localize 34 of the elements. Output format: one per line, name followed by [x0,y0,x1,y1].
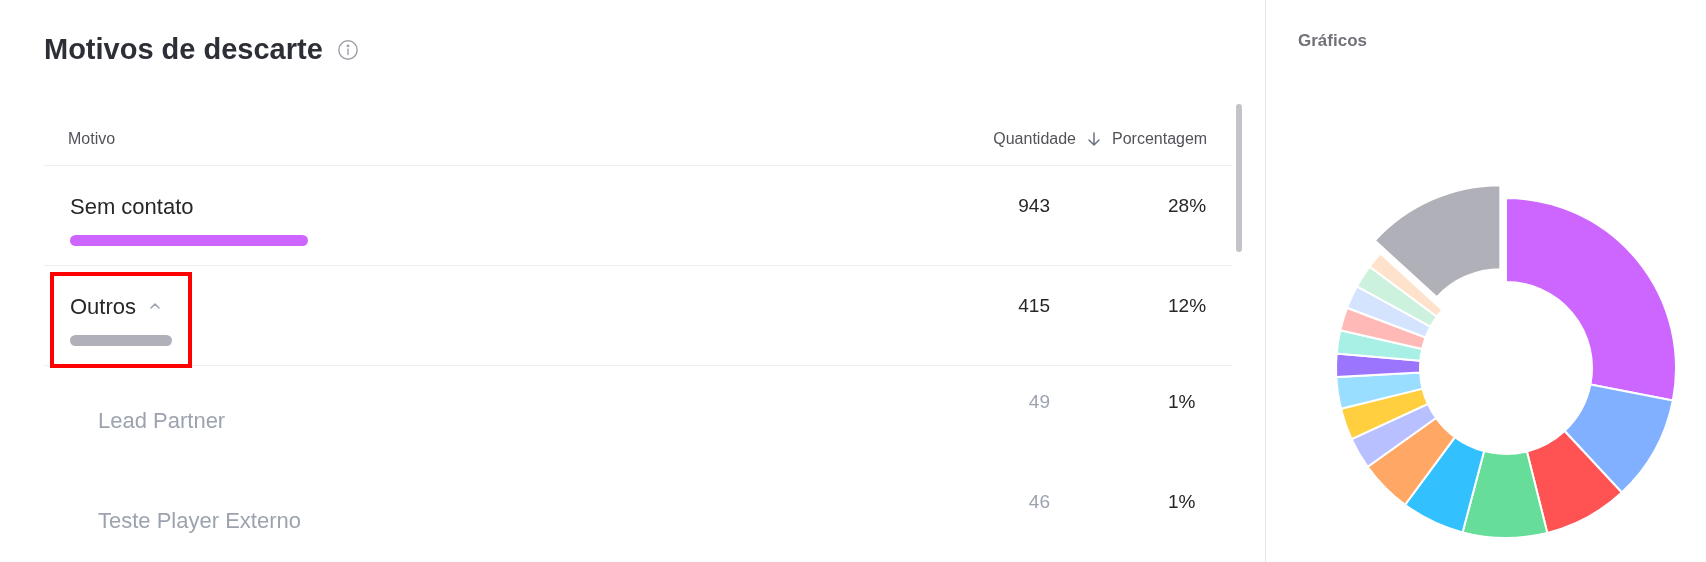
donut-slice[interactable] [1335,352,1422,378]
quantity-value: 46 [1028,490,1050,512]
donut-slice[interactable] [1366,416,1456,506]
percentage-value: 28% [1168,194,1207,216]
panel-title: Gráficos [1298,30,1368,52]
reason-label: Sem contato [70,192,194,221]
quantity-value: 415 [1018,294,1050,316]
quantity-value: 943 [1018,194,1050,216]
donut-slice[interactable] [1404,435,1486,533]
column-header[interactable]: Quantidade [993,127,1076,151]
reason-label: Teste Player Externo [98,507,301,533]
quantity-value: 49 [1028,390,1050,412]
reason-label: Outros [70,292,137,321]
donut-slice[interactable] [1335,371,1424,410]
donut-slice[interactable] [1355,265,1438,328]
donut-slice[interactable] [1339,306,1427,350]
scrollbar-thumb[interactable] [1236,103,1242,252]
percentage-value: 1% [1168,490,1196,512]
donut-slice[interactable] [1350,402,1437,468]
donut-slice[interactable] [1563,382,1674,493]
donut-slice[interactable] [1461,449,1549,539]
percentage-value: 12% [1168,294,1207,316]
reason-label: Lead Partner [98,407,226,433]
column-header[interactable]: Motivo [68,130,116,147]
section-title: Motivos de descarte [44,32,323,67]
donut-slice[interactable] [1373,183,1502,298]
percentage-value: 1% [1168,390,1196,412]
column-header[interactable]: Porcentagem [1112,130,1208,147]
donut-slice[interactable] [1525,429,1623,534]
donut-slice[interactable] [1335,328,1424,362]
donut-slice[interactable] [1505,196,1677,401]
arrow-down-icon[interactable] [1086,131,1102,147]
info-icon[interactable] [336,38,359,61]
donut-slice[interactable] [1339,387,1429,440]
